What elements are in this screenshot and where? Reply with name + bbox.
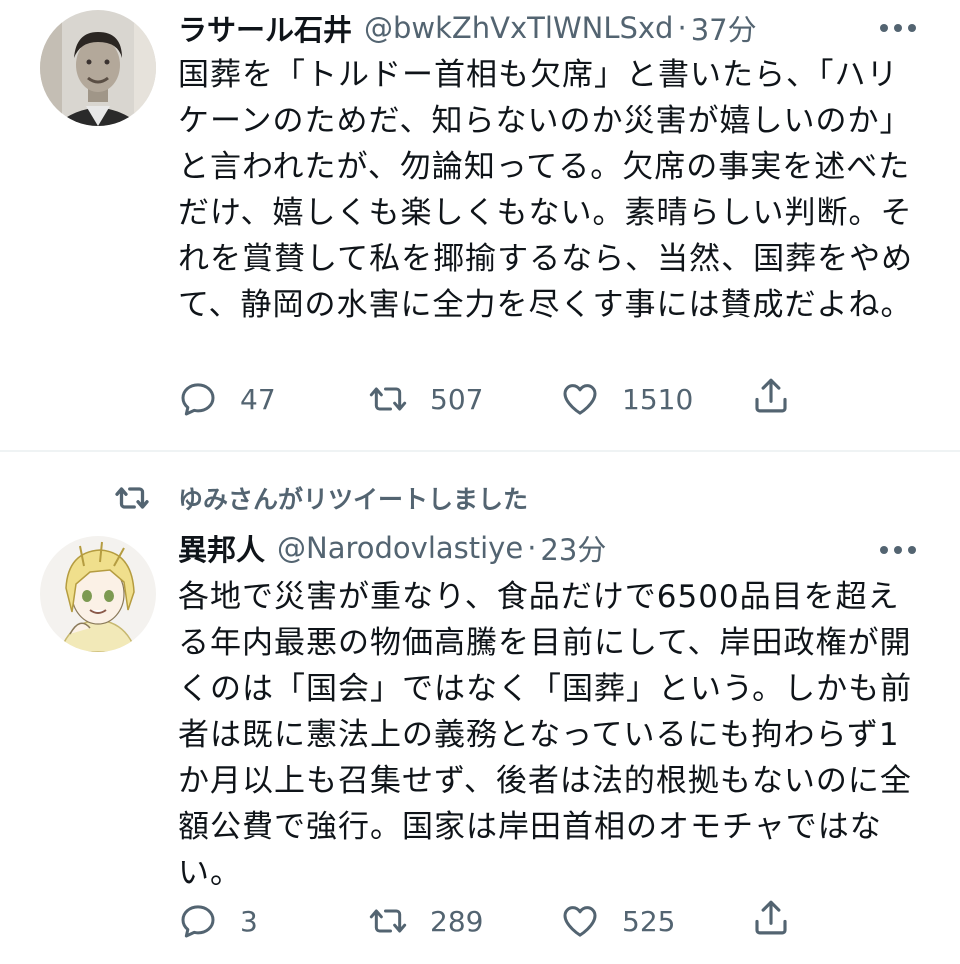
retweet-button[interactable]: 507 [368,374,483,424]
retweet-count: 289 [430,904,484,938]
share-icon [755,378,787,413]
reply-icon [181,383,215,416]
share-button[interactable] [750,374,792,422]
retweet-icon [369,909,407,933]
more-icon[interactable] [880,544,916,556]
share-button[interactable] [750,896,792,944]
user-handle[interactable]: @Narodovlastiye [277,531,523,565]
tweet-text: 各地で災害が重なり、食品だけで6500品目を超える年内最悪の物価高騰を目前にして… [178,579,913,891]
separator-dot: · [527,531,537,565]
retweet-icon [369,387,407,411]
heart-icon [563,384,597,415]
user-handle[interactable]: @bwkZhVxTlWNLSxd [364,11,673,45]
tweet[interactable]: ラサール石井 @bwkZhVxTlWNLSxd · 37分 国葬を「トルドー首相… [0,0,960,450]
share-icon [755,900,787,935]
retweeted-by-banner[interactable]: ゆみさんがリツイートしました [112,478,528,518]
avatar[interactable] [40,10,156,126]
reply-count: 47 [240,382,276,416]
retweet-button[interactable]: 289 [368,896,483,946]
like-count: 1510 [622,382,694,416]
like-count: 525 [622,904,676,938]
separator-dot: · [677,11,687,45]
reply-button[interactable]: 47 [178,374,276,424]
display-name[interactable]: ラサール石井 [178,7,352,49]
tweet-actions: 3 289 525 [178,896,798,946]
heart-icon [563,906,597,937]
tweet[interactable]: ゆみさんがリツイートしました 異邦人 @Narodovlastiye · 23分… [0,452,960,964]
reply-count: 3 [240,904,258,938]
tweet-text: 国葬を「トルドー首相も欠席」と書いたら、「ハリケーンのためだ、知らないのか災害が… [178,57,914,323]
more-icon[interactable] [880,22,916,34]
retweet-count: 507 [430,382,484,416]
retweeted-by-label: ゆみさんがリツイートしました [178,485,529,514]
reply-icon [181,905,215,938]
avatar[interactable] [40,536,156,652]
timestamp[interactable]: 37分 [691,7,757,49]
timestamp[interactable]: 23分 [540,527,606,569]
reply-button[interactable]: 3 [178,896,258,946]
tweet-actions: 47 507 1510 [178,374,798,424]
like-button[interactable]: 525 [560,896,675,946]
display-name[interactable]: 異邦人 [178,527,265,569]
like-button[interactable]: 1510 [560,374,693,424]
retweet-icon [115,487,149,509]
